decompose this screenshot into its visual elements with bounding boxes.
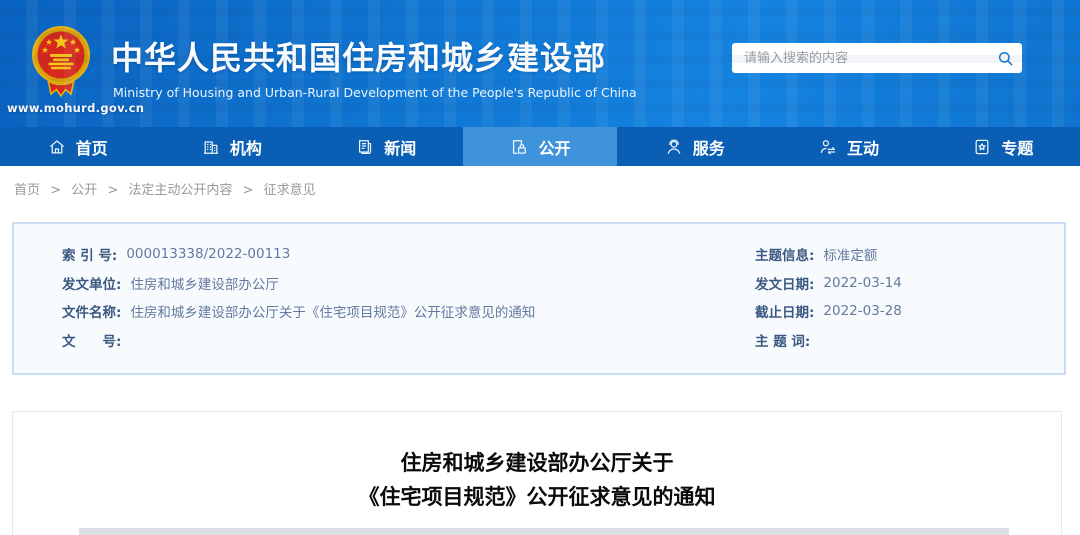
field-label: 截止日期: (755, 305, 815, 322)
breadcrumb-statutory-content[interactable]: 法定主动公开内容 (128, 183, 232, 198)
nav-label: 互动 (847, 138, 880, 158)
article-card: 住房和城乡建设部办公厅关于 《住宅项目规范》公开征求意见的通知 (12, 411, 1062, 535)
field-label: 发文日期: (755, 276, 815, 293)
doc-file-name-row: 文件名称: 住房和城乡建设部办公厅关于《住宅项目规范》公开征求意见的通知 (62, 297, 535, 326)
nav-label: 公开 (538, 138, 571, 158)
site-title: 中华人民共和国住房和城乡建设部 (111, 39, 607, 77)
service-icon (664, 137, 684, 157)
breadcrumb-separator: > (242, 183, 254, 198)
article-title-line2: 《住宅项目规范》公开征求意见的通知 (358, 485, 716, 509)
interaction-icon (818, 137, 838, 157)
national-emblem-icon (30, 24, 92, 102)
site-domain: www.mohurd.gov.cn (7, 101, 145, 115)
nav-label: 专题 (1001, 138, 1034, 158)
search-icon[interactable] (988, 50, 1022, 67)
breadcrumb: 首页 > 公开 > 法定主动公开内容 > 征求意见 (14, 179, 316, 198)
field-label: 主 题 词: (755, 333, 811, 350)
main-nav: 首页 机构 新闻 公开 服务 互动 专题 (0, 127, 1080, 166)
document-info-card: 索 引 号: 000013338/2022-00113 发文单位: 住房和城乡建… (12, 222, 1066, 375)
topics-icon (972, 137, 992, 157)
field-value: 000013338/2022-00113 (126, 246, 291, 263)
nav-item-home[interactable]: 首页 (0, 127, 154, 166)
breadcrumb-current-page: 征求意见 (263, 183, 316, 198)
breadcrumb-disclosure[interactable]: 公开 (71, 183, 97, 198)
breadcrumb-separator: > (107, 183, 119, 198)
doc-info-left-column: 索 引 号: 000013338/2022-00113 发文单位: 住房和城乡建… (62, 240, 535, 354)
field-label: 发文单位: (62, 276, 122, 293)
article-content-divider (79, 528, 1009, 535)
doc-issue-date-row: 发文日期: 2022-03-14 (755, 269, 902, 298)
field-label: 文 号: (62, 333, 122, 350)
article-title-line1: 住房和城乡建设部办公厅关于 (400, 451, 674, 475)
doc-info-right-column: 主题信息: 标准定额 发文日期: 2022-03-14 截止日期: 2022-0… (755, 240, 902, 354)
doc-keywords-row: 主 题 词: (755, 326, 902, 355)
field-value: 2022-03-28 (823, 303, 902, 320)
nav-item-services[interactable]: 服务 (617, 127, 771, 166)
nav-item-interaction[interactable]: 互动 (771, 127, 925, 166)
field-label: 主题信息: (755, 248, 815, 265)
mohurd-webpage: www.mohurd.gov.cn 中华人民共和国住房和城乡建设部 Minist… (0, 0, 1080, 535)
site-header: www.mohurd.gov.cn 中华人民共和国住房和城乡建设部 Minist… (0, 0, 1080, 127)
breadcrumb-home[interactable]: 首页 (14, 183, 40, 198)
doc-topic-info-row: 主题信息: 标准定额 (755, 240, 902, 269)
field-value: 标准定额 (823, 248, 878, 265)
news-icon (355, 137, 375, 157)
site-subtitle: Ministry of Housing and Urban-Rural Deve… (113, 85, 637, 100)
disclosure-icon (509, 137, 529, 157)
doc-number-row: 文 号: (62, 326, 535, 355)
breadcrumb-separator: > (50, 183, 62, 198)
article-title: 住房和城乡建设部办公厅关于 《住宅项目规范》公开征求意见的通知 (13, 446, 1061, 514)
nav-item-organization[interactable]: 机构 (154, 127, 308, 166)
field-label: 索 引 号: (62, 248, 118, 265)
home-icon (47, 137, 67, 157)
search-box (732, 43, 1022, 73)
nav-item-disclosure[interactable]: 公开 (462, 127, 618, 166)
nav-label: 新闻 (384, 138, 417, 158)
doc-issuing-unit-row: 发文单位: 住房和城乡建设部办公厅 (62, 269, 535, 298)
field-label: 文件名称: (62, 305, 122, 322)
field-value: 住房和城乡建设部办公厅 (130, 276, 279, 293)
field-value: 2022-03-14 (823, 274, 902, 291)
nav-label: 首页 (75, 138, 108, 158)
nav-item-news[interactable]: 新闻 (309, 127, 463, 166)
nav-item-topics[interactable]: 专题 (926, 127, 1080, 166)
search-input[interactable] (732, 43, 988, 73)
nav-label: 服务 (692, 138, 725, 158)
doc-index-number-row: 索 引 号: 000013338/2022-00113 (62, 240, 535, 269)
nav-label: 机构 (229, 138, 262, 158)
building-icon (201, 137, 221, 157)
field-value: 住房和城乡建设部办公厅关于《住宅项目规范》公开征求意见的通知 (130, 305, 536, 322)
doc-deadline-row: 截止日期: 2022-03-28 (755, 297, 902, 326)
